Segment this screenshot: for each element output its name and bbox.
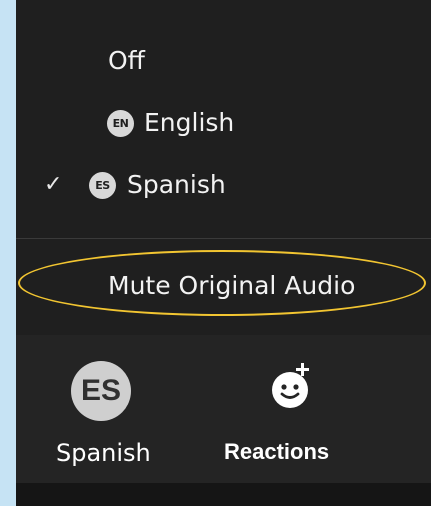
menu-item-spanish-label: Spanish: [127, 170, 226, 199]
reactions-button[interactable]: Reactions: [186, 335, 386, 483]
menu-divider: [16, 238, 431, 239]
checkmark-icon: ✓: [44, 172, 63, 197]
menu-item-spanish[interactable]: ✓ ES Spanish: [16, 160, 431, 210]
app-frame: Off EN English ✓ ES Spanish Mute Origina…: [16, 0, 431, 506]
meeting-toolbar: ES Spanish Reactions: [16, 335, 431, 506]
spanish-badge-icon: ES: [89, 172, 116, 199]
menu-item-off[interactable]: Off: [16, 36, 431, 86]
mute-original-audio-item[interactable]: Mute Original Audio: [16, 261, 431, 311]
reactions-button-label: Reactions: [224, 439, 330, 464]
language-menu: Off EN English ✓ ES Spanish Mute Origina…: [16, 0, 431, 335]
toolbar-bottom-strip: [16, 483, 431, 506]
english-badge-icon: EN: [107, 110, 134, 137]
menu-item-english-label: English: [144, 108, 235, 137]
interpretation-language-avatar: ES: [71, 361, 131, 421]
mute-original-audio-label: Mute Original Audio: [108, 271, 356, 300]
menu-item-off-label: Off: [108, 46, 145, 75]
menu-item-english[interactable]: EN English: [16, 98, 431, 148]
smile-plus-icon: [272, 363, 309, 408]
interpretation-button[interactable]: ES Spanish: [16, 335, 186, 483]
interpretation-button-label: Spanish: [56, 439, 151, 467]
